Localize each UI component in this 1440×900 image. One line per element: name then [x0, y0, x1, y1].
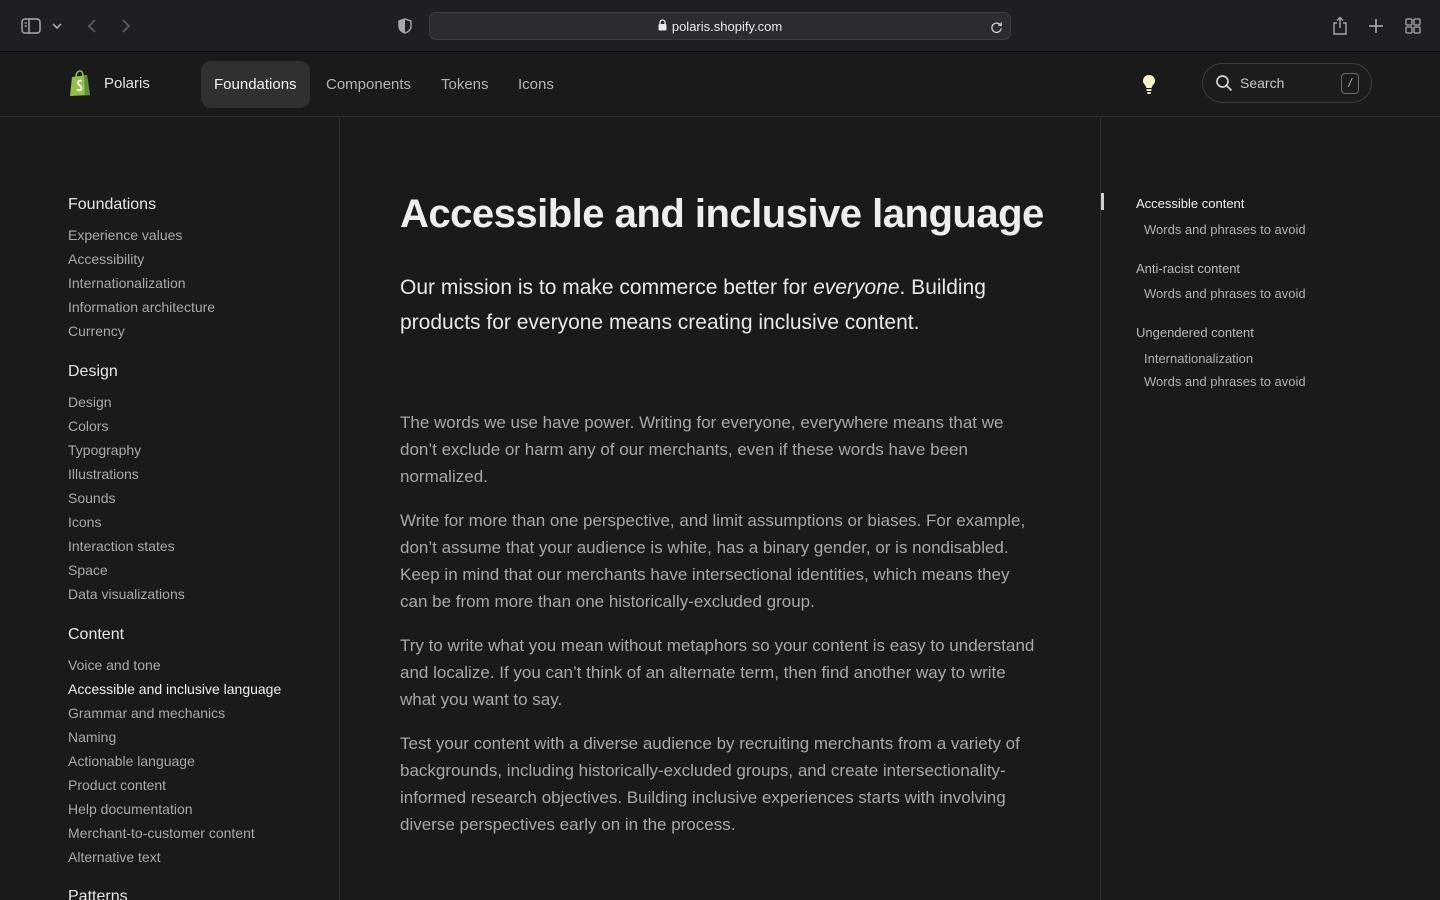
toc-subitem[interactable]: Words and phrases to avoid	[1144, 374, 1306, 389]
sidebar-section-foundations[interactable]: Foundations	[68, 196, 156, 214]
page-title: Accessible and inclusive language	[400, 192, 1044, 236]
lock-icon	[658, 18, 667, 34]
reload-icon[interactable]	[986, 17, 1006, 37]
toc-active-marker	[1101, 193, 1104, 210]
sidebar-item[interactable]: Illustrations	[68, 466, 139, 482]
toc-subitem[interactable]: Words and phrases to avoid	[1144, 222, 1306, 237]
address-bar[interactable]: polaris.shopify.com	[429, 12, 1011, 40]
sidebar-item[interactable]: Icons	[68, 514, 101, 530]
lead-text-start: Our mission is to make commerce better f…	[400, 276, 814, 299]
body-paragraph: Try to write what you mean without metap…	[400, 636, 1035, 709]
body-paragraph: Test your content with a diverse audienc…	[400, 734, 1020, 834]
sidebar-item[interactable]: Help documentation	[68, 801, 193, 817]
toc-subitem[interactable]: Words and phrases to avoid	[1144, 286, 1306, 301]
sidebar-item[interactable]: Product content	[68, 777, 166, 793]
sidebar-item[interactable]: Space	[68, 562, 108, 578]
privacy-shield-icon[interactable]	[393, 14, 417, 38]
nav-tokens[interactable]: Tokens	[428, 61, 502, 108]
sidebar-item[interactable]: Accessibility	[68, 251, 144, 267]
body-paragraph: The words we use have power. Writing for…	[400, 413, 1004, 486]
brand-name[interactable]: Polaris	[104, 75, 150, 92]
sidebar-toggle-icon[interactable]	[19, 14, 43, 38]
lead-paragraph: Our mission is to make commerce better f…	[400, 270, 1020, 340]
table-of-contents: Accessible content Words and phrases to …	[1100, 118, 1440, 900]
back-icon[interactable]	[80, 14, 104, 38]
chevron-down-icon[interactable]	[49, 14, 65, 38]
toc-subitem[interactable]: Internationalization	[1144, 351, 1253, 366]
search-label: Search	[1240, 75, 1285, 91]
sidebar-item[interactable]: Colors	[68, 418, 108, 434]
new-tab-icon[interactable]	[1364, 14, 1388, 38]
sidebar-item[interactable]: Alternative text	[68, 849, 161, 865]
forward-icon[interactable]	[114, 14, 138, 38]
share-icon[interactable]	[1328, 14, 1352, 38]
sidebar-item[interactable]: Typography	[68, 442, 141, 458]
toc-item-anti-racist-content[interactable]: Anti-racist content	[1136, 261, 1240, 276]
nav-components[interactable]: Components	[313, 61, 424, 108]
body-paragraph: Write for more than one perspective, and…	[400, 511, 1026, 611]
sidebar-item[interactable]: Sounds	[68, 490, 115, 506]
search-shortcut: /	[1341, 73, 1359, 94]
sidebar-item[interactable]: Information architecture	[68, 299, 215, 315]
sidebar-item[interactable]: Merchant-to-customer content	[68, 825, 255, 841]
site-header: Polaris Foundations Components Tokens Ic…	[0, 53, 1440, 117]
browser-toolbar: polaris.shopify.com	[0, 0, 1440, 52]
sidebar-section-patterns[interactable]: Patterns	[68, 888, 128, 900]
sidebar-nav: Foundations Experience values Accessibil…	[0, 118, 340, 900]
sidebar-item[interactable]: Data visualizations	[68, 586, 185, 602]
sidebar-item[interactable]: Naming	[68, 729, 116, 745]
sidebar-item[interactable]: Design	[68, 394, 112, 410]
sidebar-item[interactable]: Voice and tone	[68, 657, 161, 673]
search-icon	[1215, 74, 1233, 92]
url-text: polaris.shopify.com	[671, 18, 783, 34]
toc-item-ungendered-content[interactable]: Ungendered content	[1136, 325, 1254, 340]
sidebar-section-design[interactable]: Design	[68, 363, 118, 381]
tab-overview-icon[interactable]	[1401, 14, 1425, 38]
sidebar-item[interactable]: Experience values	[68, 227, 182, 243]
lightbulb-icon[interactable]	[1138, 73, 1160, 97]
nav-foundations[interactable]: Foundations	[201, 61, 310, 108]
sidebar-item[interactable]: Currency	[68, 323, 125, 339]
toc-item-accessible-content[interactable]: Accessible content	[1136, 196, 1244, 211]
search-input[interactable]: Search /	[1202, 63, 1372, 103]
sidebar-item[interactable]: Actionable language	[68, 753, 195, 769]
sidebar-item[interactable]: Internationalization	[68, 275, 186, 291]
sidebar-item-current[interactable]: Accessible and inclusive language	[68, 681, 281, 697]
shopify-bag-icon[interactable]	[68, 70, 92, 98]
main-content: Accessible and inclusive language Our mi…	[340, 118, 1101, 900]
sidebar-item[interactable]: Grammar and mechanics	[68, 705, 225, 721]
sidebar-section-content[interactable]: Content	[68, 626, 124, 644]
sidebar-item[interactable]: Interaction states	[68, 538, 175, 554]
nav-icons[interactable]: Icons	[505, 61, 567, 108]
lead-emphasis: everyone	[813, 276, 900, 299]
